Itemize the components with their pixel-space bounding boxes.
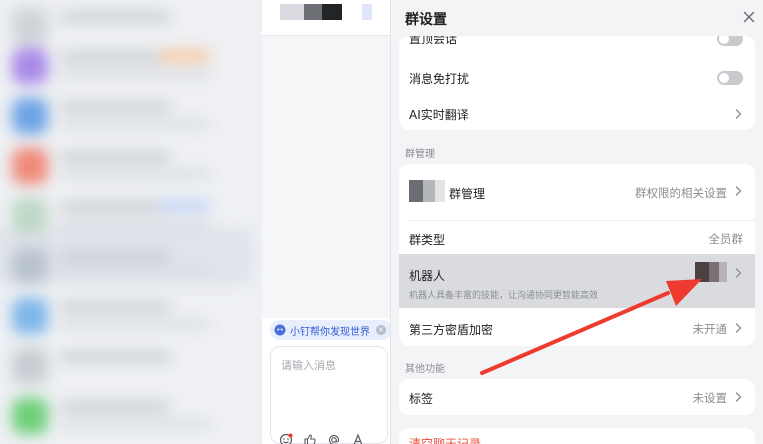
avatar xyxy=(12,248,48,284)
setting-row-robot[interactable]: 机器人 机器人具备丰富的技能，让沟通协同更智能高效 xyxy=(399,254,755,308)
page-title: 群设置 xyxy=(405,12,447,28)
chat-name-placeholder xyxy=(60,352,170,362)
font-icon[interactable] xyxy=(351,433,365,444)
chat-list-item[interactable] xyxy=(0,340,250,392)
group-manage-card: 群管理 群权限的相关设置 群类型 全员群 机器人 机器人具备丰富的技能，让沟通协… xyxy=(399,164,755,346)
hint-bot-icon xyxy=(274,324,286,336)
setting-label: 机器人 xyxy=(409,269,446,283)
chat-name-placeholder xyxy=(60,202,170,212)
message-composer[interactable]: 请输入消息 xyxy=(270,346,388,444)
chevron-right-icon xyxy=(735,392,742,402)
composer-placeholder: 请输入消息 xyxy=(281,359,336,372)
chat-name-placeholder xyxy=(60,12,170,22)
setting-label: 群管理 xyxy=(449,187,486,201)
other-functions-card: 标签 未设置 xyxy=(399,379,755,415)
setting-label: 消息免打扰 xyxy=(409,72,470,86)
setting-label: 标签 xyxy=(409,392,434,406)
setting-value: 未设置 xyxy=(692,391,728,405)
robot-avatar-redacted xyxy=(695,262,727,282)
setting-label: 第三方密盾加密 xyxy=(409,323,494,337)
chat-header xyxy=(262,0,390,36)
chat-preview-placeholder xyxy=(60,420,210,428)
avatar xyxy=(12,8,48,44)
avatar xyxy=(12,398,48,434)
chat-name-placeholder xyxy=(60,252,170,262)
hint-pill-text: 小钉帮你发现世界 xyxy=(290,326,370,338)
robot-description: 机器人具备丰富的技能，让沟通协同更智能高效 xyxy=(409,291,599,301)
setting-label: 群类型 xyxy=(409,233,446,247)
chat-list-item[interactable] xyxy=(0,390,250,442)
chat-name-placeholder xyxy=(60,152,170,162)
chat-list-item[interactable] xyxy=(0,190,250,242)
clear-history-button[interactable]: 清空聊天记录 xyxy=(409,435,481,444)
section-label-group-manage: 群管理 xyxy=(405,149,435,160)
chat-area: 小钉帮你发现世界 × 请输入消息 xyxy=(262,0,390,444)
chat-name-placeholder xyxy=(60,102,170,112)
chat-name-placeholder xyxy=(60,302,170,312)
chevron-right-icon xyxy=(735,323,742,333)
setting-value: 全员群 xyxy=(708,232,744,246)
redacted-icon-block xyxy=(409,180,423,202)
clear-history-card: 清空聊天记录 xyxy=(399,428,755,444)
emoji-icon[interactable] xyxy=(279,433,293,444)
thumbs-up-icon[interactable] xyxy=(303,433,317,444)
setting-row-tag[interactable]: 标签 未设置 xyxy=(399,379,755,415)
setting-row-mute[interactable]: 消息免打扰 xyxy=(399,62,755,94)
chat-preview-placeholder xyxy=(60,270,210,278)
avatar xyxy=(12,48,48,84)
pinned-toggle[interactable] xyxy=(717,36,743,46)
chat-preview-placeholder xyxy=(60,220,210,228)
chat-name-placeholder xyxy=(60,52,170,62)
setting-row-encryption[interactable]: 第三方密盾加密 未开通 xyxy=(399,310,755,346)
chevron-right-icon xyxy=(735,109,742,119)
avatar xyxy=(12,148,48,184)
chat-list-item[interactable] xyxy=(0,90,250,142)
chat-list-item[interactable] xyxy=(0,140,250,192)
redacted-title-block xyxy=(362,4,372,20)
chevron-right-icon xyxy=(735,268,742,278)
redacted-title-block xyxy=(280,4,304,20)
chat-tag xyxy=(160,50,210,62)
redacted-icon-block xyxy=(435,180,445,202)
hint-pill[interactable]: 小钉帮你发现世界 × xyxy=(270,320,390,340)
composer-toolbar xyxy=(279,433,365,444)
redacted-title-block xyxy=(304,4,322,20)
chat-list-item[interactable] xyxy=(0,290,250,342)
setting-label: 置顶会话 xyxy=(409,36,458,46)
section-label-other: 其他功能 xyxy=(405,364,445,375)
chat-list-item[interactable] xyxy=(0,240,250,292)
setting-row-pinned[interactable]: 置顶会话 xyxy=(399,36,755,50)
chat-preview-placeholder xyxy=(60,70,210,78)
chat-options-card: 置顶会话 消息免打扰 AI实时翻译 xyxy=(399,36,755,130)
chevron-right-icon xyxy=(735,186,742,196)
close-icon[interactable]: × xyxy=(376,325,386,335)
chat-list xyxy=(0,0,262,444)
group-settings-panel: 群设置 置顶会话 消息免打扰 AI实时翻译 群管理 群管理 群权限的相关设置 群… xyxy=(390,0,763,444)
mute-toggle[interactable] xyxy=(717,71,743,85)
chat-list-blurred-content xyxy=(0,0,262,444)
at-icon[interactable] xyxy=(327,433,341,444)
avatar xyxy=(12,98,48,134)
setting-label: AI实时翻译 xyxy=(409,108,469,122)
panel-header: 群设置 xyxy=(391,0,763,36)
redacted-icon-block xyxy=(423,180,435,202)
avatar xyxy=(12,198,48,234)
chat-preview-placeholder xyxy=(60,170,210,178)
setting-row-group-manage[interactable]: 群管理 群权限的相关设置 xyxy=(399,164,755,220)
redacted-title-block xyxy=(322,4,342,20)
setting-row-translate[interactable]: AI实时翻译 xyxy=(399,98,755,130)
message-area xyxy=(262,36,390,318)
avatar xyxy=(12,298,48,334)
chat-name-placeholder xyxy=(60,402,170,412)
chat-preview-placeholder xyxy=(60,320,210,328)
chat-preview-placeholder xyxy=(60,120,210,128)
setting-row-group-type[interactable]: 群类型 全员群 xyxy=(399,220,755,254)
setting-value: 未开通 xyxy=(692,322,728,336)
close-icon[interactable] xyxy=(740,8,758,26)
chat-tag xyxy=(160,200,210,212)
avatar xyxy=(12,348,48,384)
chat-list-item[interactable] xyxy=(0,40,250,92)
setting-value: 群权限的相关设置 xyxy=(635,186,727,200)
